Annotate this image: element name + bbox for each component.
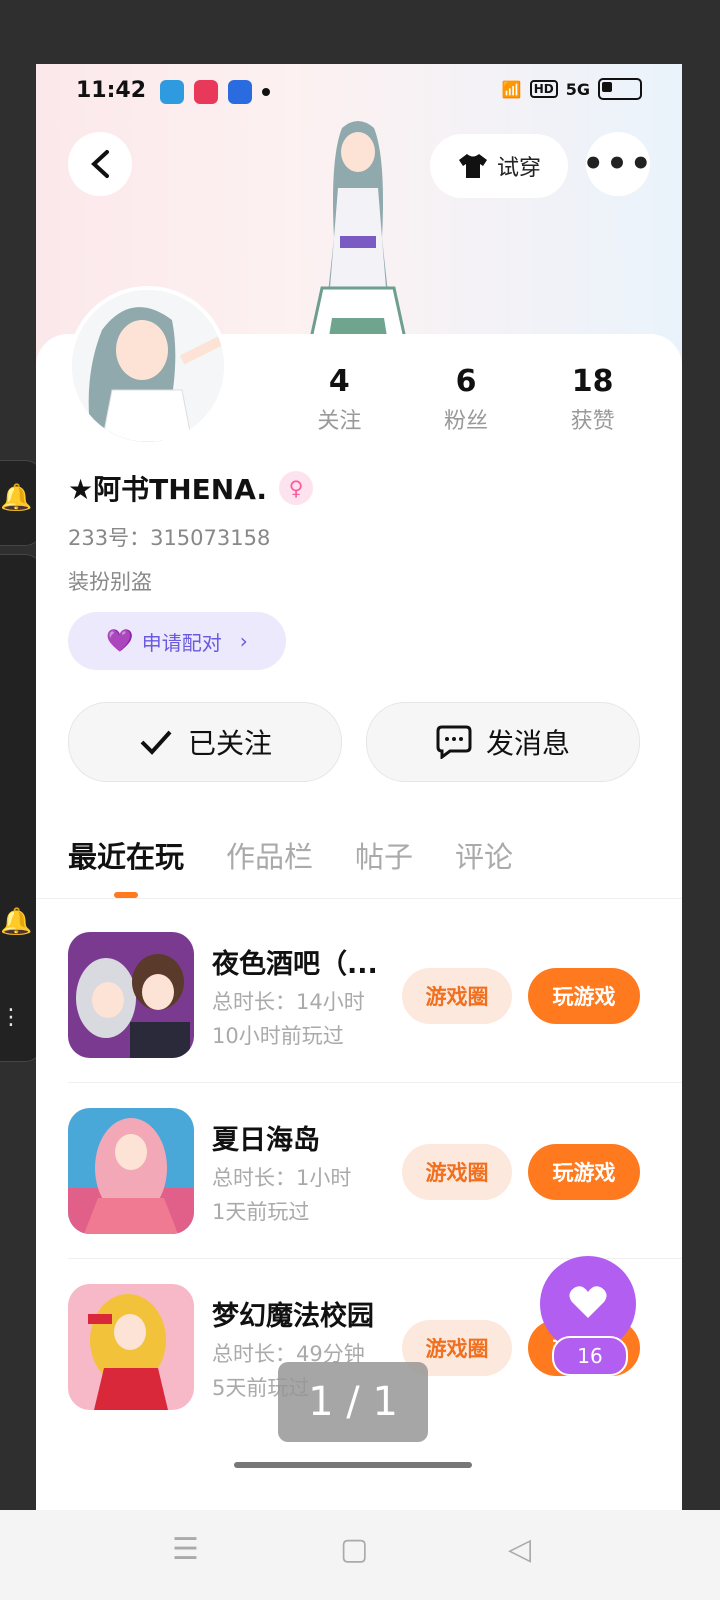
stat-fans[interactable]: 6 粉丝 [403,364,530,435]
phone-screen: 11:42 📶 HD 5G 试穿 ••• 4 关注 6 粉丝 18 获赞 ★阿书… [36,64,682,1510]
app-icon [228,80,252,104]
game-thumbnail[interactable] [68,1284,194,1410]
game-circle-button[interactable]: 游戏圈 [402,968,512,1024]
profile-tabs: 最近在玩 作品栏 帖子 评论 [68,834,513,898]
profile-stats: 4 关注 6 粉丝 18 获赞 [276,364,656,435]
page-indicator: 1 / 1 [278,1362,428,1442]
game-list-item[interactable]: 夏日海岛 总时长：1小时 1天前玩过 游戏圈 玩游戏 [68,1108,648,1238]
avatar[interactable] [68,286,228,446]
profile-name-row: ★阿书THENA. ♀ [68,468,314,508]
stat-label: 关注 [317,409,362,434]
followed-label: 已关注 [187,727,272,760]
back-triangle-icon[interactable]: ◁ [508,1532,531,1567]
game-duration: 总时长：1小时 [212,1166,352,1190]
message-label: 发消息 [485,727,570,760]
tab-works[interactable]: 作品栏 [226,834,313,876]
try-on-button[interactable]: 试穿 [430,134,568,198]
game-image [68,1108,194,1234]
tab-divider [36,898,682,899]
home-indicator[interactable] [234,1462,472,1468]
tab-comments[interactable]: 评论 [455,834,513,876]
try-on-label: 试穿 [496,156,541,181]
tab-posts[interactable]: 帖子 [355,834,413,876]
status-bar: 11:42 📶 HD 5G [76,78,642,108]
share-icon: ⋮ [0,1005,22,1030]
game-last-played: 1天前玩过 [212,1200,310,1224]
stat-likes[interactable]: 18 获赞 [529,364,656,435]
chat-bubble-icon [436,725,472,759]
more-dots-icon: ••• [582,144,654,184]
tshirt-icon [458,154,487,178]
stat-label: 粉丝 [444,409,489,434]
battery-icon [598,78,642,100]
stat-label: 获赞 [570,409,615,434]
hd-icon: HD [529,80,558,98]
telegram-icon [160,80,184,104]
game-circle-button[interactable]: 游戏圈 [402,1144,512,1200]
send-message-button[interactable]: 发消息 [366,702,640,782]
status-right: 📶 HD 5G [502,78,642,100]
stat-value: 4 [328,364,350,399]
wifi-icon: 📶 [501,79,522,99]
chevron-right-icon: › [239,629,248,653]
stat-value: 18 [571,364,614,399]
request-pair-button[interactable]: 💜 申请配对 › [68,612,286,670]
like-count-badge: 16 [552,1336,628,1376]
female-gender-icon: ♀ [279,471,314,505]
app-icon [194,80,218,104]
back-button[interactable] [68,132,132,196]
play-game-button[interactable]: 玩游戏 [528,1144,640,1200]
user-id: 233号：315073158 [68,526,271,550]
notification-icons [160,80,270,104]
list-divider [68,1082,682,1083]
play-game-button[interactable]: 玩游戏 [528,968,640,1024]
check-icon [140,730,172,755]
stat-value: 6 [455,364,477,399]
chevron-left-icon [91,150,109,178]
signal-icon: 5G [565,79,590,99]
game-title: 梦幻魔法校园 [212,1301,374,1332]
stat-following[interactable]: 4 关注 [276,364,403,435]
pair-label: 申请配对 [141,630,222,655]
game-image [68,932,194,1058]
bell-icon: 🔔 [0,907,33,937]
game-last-played: 10小时前玩过 [212,1024,344,1048]
game-duration: 总时长：14小时 [212,990,365,1014]
profile-bio: 装扮别盗 [68,570,152,594]
profile-name: ★阿书THENA. [68,473,268,506]
tab-recent-playing[interactable]: 最近在玩 [68,834,184,898]
game-thumbnail[interactable] [68,932,194,1058]
heart-icon [569,1286,607,1318]
game-thumbnail[interactable] [68,1108,194,1234]
dot-icon [262,88,270,96]
more-button[interactable]: ••• [582,132,652,196]
avatar-image [72,290,224,442]
bell-icon: 🔔 [0,483,33,513]
game-image [68,1284,194,1410]
game-list-item[interactable]: 夜色酒吧（... 总时长：14小时 10小时前玩过 游戏圈 玩游戏 [68,932,648,1062]
status-time: 11:42 [76,78,147,103]
menu-icon[interactable]: ☰ [172,1532,199,1567]
game-title: 夏日海岛 [212,1125,320,1156]
game-title: 夜色酒吧（... [212,949,378,980]
followed-button[interactable]: 已关注 [68,702,342,782]
system-nav-bar: ☰ ▢ ◁ [0,1510,720,1600]
home-square-icon[interactable]: ▢ [340,1532,368,1567]
heart-icon: 💜 [106,628,134,654]
